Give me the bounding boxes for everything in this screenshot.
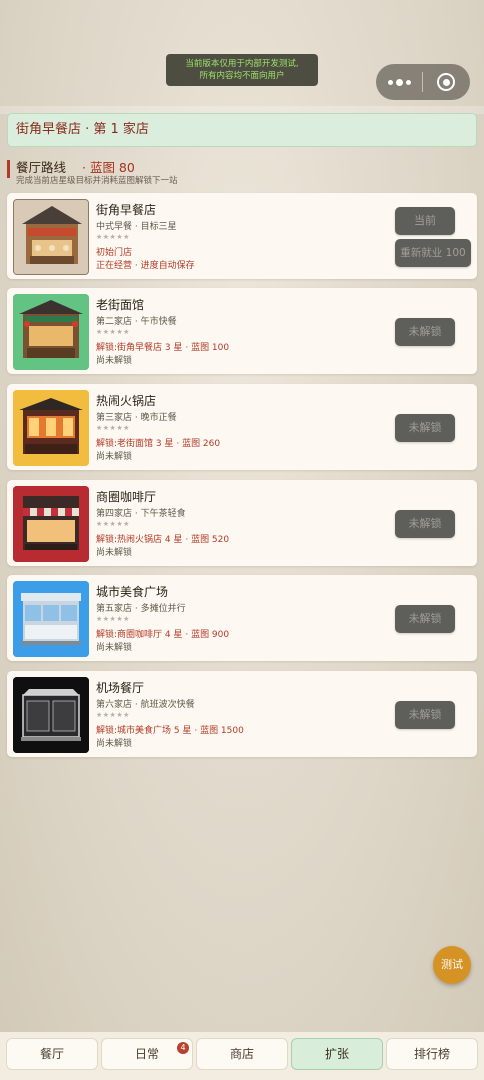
unlock-requirement: 解锁:热闹火锅店 4 星 · 蓝图 520 — [96, 535, 230, 545]
lock-status: 尚未解锁 — [96, 643, 133, 653]
star-rating: ★★★★★ — [96, 424, 130, 432]
star-rating: ★★★★★ — [96, 615, 130, 623]
miniprogram-capsule — [376, 64, 470, 100]
tab-label: 扩张 — [324, 1047, 349, 1061]
locked-button[interactable]: 未解锁 — [395, 605, 455, 633]
section-accent-bar — [7, 160, 10, 178]
restaurant-card-breakfast[interactable]: 街角早餐店 中式早餐 · 目标三星 ★★★★★ 初始门店 正在经营 · 进度自动… — [7, 193, 477, 279]
dev-notice-line2: 所有内容均不面向用户 — [199, 71, 285, 81]
restaurant-card-food-court[interactable]: 城市美食广场 第五家店 · 多摊位并行 ★★★★★ 解锁:商圈咖啡厅 4 星 ·… — [7, 575, 477, 661]
locked-button[interactable]: 未解锁 — [395, 701, 455, 729]
tab-label: 排行榜 — [413, 1047, 450, 1061]
restaurant-desc: 第三家店 · 晚市正餐 — [96, 413, 177, 423]
restaurant-name: 热闹火锅店 — [96, 394, 157, 408]
star-rating: ★★★★★ — [96, 233, 130, 241]
restaurant-desc: 中式早餐 · 目标三星 — [96, 222, 177, 232]
lock-status: 尚未解锁 — [96, 548, 133, 558]
noodle-shop-image — [13, 294, 89, 370]
restaurant-progress: 正在经营 · 进度自动保存 — [96, 261, 195, 271]
star-rating: ★★★★★ — [96, 520, 130, 528]
food-court-image — [13, 581, 89, 657]
restaurant-card-airport[interactable]: 机场餐厅 第六家店 · 航班波次快餐 ★★★★★ 解锁:城市美食广场 5 星 ·… — [7, 671, 477, 757]
hotpot-shop-image — [13, 390, 89, 466]
dev-notice: 当前版本仅用于内部开发测试, 所有内容均不面向用户 — [166, 54, 318, 86]
lock-status: 尚未解锁 — [96, 739, 133, 749]
close-miniprogram-icon[interactable] — [423, 73, 469, 91]
restaurant-name: 商圈咖啡厅 — [96, 490, 157, 504]
restaurant-desc: 第五家店 · 多摊位并行 — [96, 604, 186, 614]
unlock-requirement: 解锁:老街面馆 3 星 · 蓝图 260 — [96, 439, 221, 449]
unlock-requirement: 解锁:街角早餐店 3 星 · 蓝图 100 — [96, 343, 230, 353]
restaurant-card-noodle[interactable]: 老街面馆 第二家店 · 午市快餐 ★★★★★ 解锁:街角早餐店 3 星 · 蓝图… — [7, 288, 477, 374]
tab-label: 日常 — [134, 1047, 159, 1061]
restaurant-name: 机场餐厅 — [96, 681, 145, 695]
restaurant-name: 街角早餐店 — [96, 203, 157, 217]
restaurant-name: 城市美食广场 — [96, 585, 169, 599]
tab-restaurant[interactable]: 餐厅 — [6, 1038, 98, 1070]
restaurant-desc: 第二家店 · 午市快餐 — [96, 317, 177, 327]
tab-shop[interactable]: 商店 — [196, 1038, 288, 1070]
current-button[interactable]: 当前 — [395, 207, 455, 235]
unlock-requirement: 解锁:城市美食广场 5 星 · 蓝图 1500 — [96, 726, 244, 736]
tab-label: 餐厅 — [39, 1047, 64, 1061]
locked-button[interactable]: 未解锁 — [395, 510, 455, 538]
bottom-tab-bar: 餐厅 日常 4 商店 扩张 排行榜 — [0, 1032, 484, 1080]
tab-daily[interactable]: 日常 4 — [101, 1038, 193, 1070]
lock-status: 尚未解锁 — [96, 452, 133, 462]
route-subtitle: 完成当前店星级目标并消耗蓝图解锁下一站 — [16, 176, 178, 186]
locked-button[interactable]: 未解锁 — [395, 318, 455, 346]
tab-leaderboard[interactable]: 排行榜 — [386, 1038, 478, 1070]
airport-restaurant-image — [13, 677, 89, 753]
restaurant-desc: 第六家店 · 航班波次快餐 — [96, 700, 195, 710]
cafe-shop-image — [13, 486, 89, 562]
restaurant-name: 老街面馆 — [96, 298, 145, 312]
tab-expand[interactable]: 扩张 — [291, 1038, 383, 1070]
notification-badge: 4 — [177, 1042, 189, 1054]
test-floating-button[interactable]: 测试 — [433, 946, 471, 984]
restaurant-card-cafe[interactable]: 商圈咖啡厅 第四家店 · 下午茶轻食 ★★★★★ 解锁:热闹火锅店 4 星 · … — [7, 480, 477, 566]
restaurant-card-hotpot[interactable]: 热闹火锅店 第三家店 · 晚市正餐 ★★★★★ 解锁:老街面馆 3 星 · 蓝图… — [7, 384, 477, 470]
dev-notice-line1: 当前版本仅用于内部开发测试, — [185, 59, 299, 69]
star-rating: ★★★★★ — [96, 711, 130, 719]
more-options-icon[interactable] — [376, 78, 422, 86]
restaurant-desc: 第四家店 · 下午茶轻食 — [96, 509, 186, 519]
locked-button[interactable]: 未解锁 — [395, 414, 455, 442]
star-rating: ★★★★★ — [96, 328, 130, 336]
current-store-banner: 街角早餐店 · 第 1 家店 — [7, 113, 477, 147]
restaurant-status: 初始门店 — [96, 248, 133, 258]
breakfast-shop-image — [13, 199, 89, 275]
lock-status: 尚未解锁 — [96, 356, 133, 366]
tab-label: 商店 — [229, 1047, 254, 1061]
unlock-requirement: 解锁:商圈咖啡厅 4 星 · 蓝图 900 — [96, 630, 230, 640]
rehire-button[interactable]: 重新就业 100 — [395, 239, 471, 267]
